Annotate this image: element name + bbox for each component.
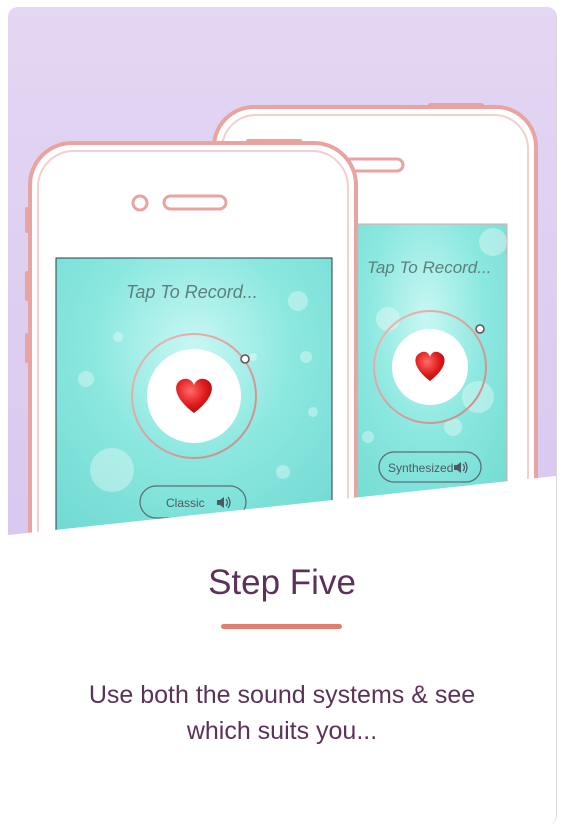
onboarding-card: Tap To Record... Synthesized Tap To Reco… bbox=[8, 7, 557, 825]
front-mode-label: Classic bbox=[166, 496, 205, 510]
description-line-2: which suits you... bbox=[186, 717, 378, 745]
hero-illustration: Tap To Record... Synthesized Tap To Reco… bbox=[8, 7, 556, 567]
step-description: Use both the sound systems & see which s… bbox=[58, 677, 506, 749]
front-prompt-text: Tap To Record... bbox=[126, 282, 258, 302]
step-title: Step Five bbox=[208, 563, 356, 602]
back-mode-label: Synthesized bbox=[388, 461, 453, 475]
back-prompt-text: Tap To Record... bbox=[367, 258, 491, 277]
description-line-1: Use both the sound systems & see bbox=[88, 681, 476, 709]
phones-illustration: Tap To Record... Synthesized Tap To Reco… bbox=[25, 103, 538, 567]
title-divider bbox=[221, 624, 342, 629]
front-phone: Tap To Record... Classic bbox=[25, 139, 358, 567]
